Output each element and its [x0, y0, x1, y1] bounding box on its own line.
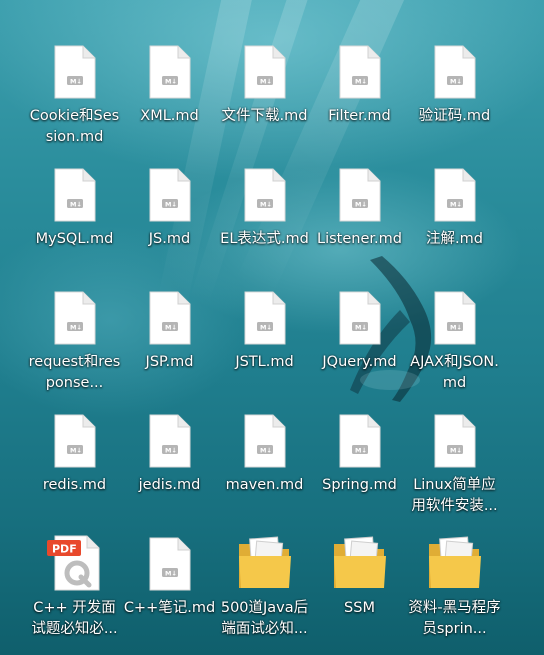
desktop-icon-folder[interactable]: SSM: [312, 530, 407, 640]
markdown-file-icon: M↓: [45, 407, 105, 469]
markdown-file-icon: M↓: [140, 530, 200, 592]
svg-text:M↓: M↓: [450, 201, 462, 209]
svg-text:M↓: M↓: [70, 78, 82, 86]
desktop-icon-label: Filter.md: [328, 108, 391, 124]
svg-text:M↓: M↓: [355, 324, 367, 332]
svg-text:M↓: M↓: [70, 324, 82, 332]
desktop-icon-md[interactable]: M↓ EL表达式.md: [217, 161, 312, 271]
svg-text:M↓: M↓: [165, 324, 177, 332]
svg-text:M↓: M↓: [355, 201, 367, 209]
desktop-icon-md[interactable]: M↓ Listener.md: [312, 161, 407, 271]
desktop-icon-label: MySQL.md: [35, 231, 114, 247]
desktop-icon-label: Spring.md: [322, 477, 397, 493]
svg-text:M↓: M↓: [450, 324, 462, 332]
folder-icon: [425, 530, 485, 592]
desktop-icon-label: JSP.md: [145, 354, 194, 370]
desktop-icon-label: request和response...: [28, 354, 121, 391]
markdown-file-icon: M↓: [235, 38, 295, 100]
desktop-icon-md[interactable]: M↓ 文件下载.md: [217, 38, 312, 148]
desktop-icon-md[interactable]: M↓ JQuery.md: [312, 284, 407, 394]
desktop-icon-md[interactable]: M↓ C++笔记.md: [122, 530, 217, 640]
svg-text:M↓: M↓: [260, 201, 272, 209]
svg-text:M↓: M↓: [165, 447, 177, 455]
desktop-icon-label: JQuery.md: [322, 354, 397, 370]
svg-text:M↓: M↓: [355, 447, 367, 455]
svg-text:M↓: M↓: [260, 324, 272, 332]
desktop-icon-label: redis.md: [42, 477, 107, 493]
markdown-file-icon: M↓: [330, 161, 390, 223]
markdown-file-icon: M↓: [235, 284, 295, 346]
svg-text:M↓: M↓: [450, 447, 462, 455]
desktop-icon-label: Cookie和Session.md: [29, 108, 120, 145]
desktop-icon-label: 验证码.md: [418, 108, 491, 124]
desktop-icon-label: 资料-黑马程序员sprin...: [408, 600, 501, 637]
desktop-icon-label: SSM: [344, 600, 375, 616]
desktop-icon-md[interactable]: M↓ Spring.md: [312, 407, 407, 517]
desktop-icon-label: 注解.md: [426, 231, 483, 247]
desktop-icon-label: AJAX和JSON.md: [410, 354, 499, 391]
desktop-icon-md[interactable]: M↓ JS.md: [122, 161, 217, 271]
svg-text:M↓: M↓: [260, 78, 272, 86]
markdown-file-icon: M↓: [45, 38, 105, 100]
desktop-icon-folder[interactable]: 500道Java后端面试必知...: [217, 530, 312, 640]
markdown-file-icon: M↓: [330, 284, 390, 346]
svg-text:M↓: M↓: [165, 570, 177, 578]
desktop-icon-label: Listener.md: [317, 231, 402, 247]
desktop-icon-label: EL表达式.md: [220, 231, 309, 247]
svg-text:M↓: M↓: [450, 78, 462, 86]
markdown-file-icon: M↓: [235, 161, 295, 223]
desktop-icon-label: 500道Java后端面试必知...: [220, 600, 309, 637]
desktop-icon-md[interactable]: M↓ Linux简单应用软件安装...: [407, 407, 502, 517]
desktop-icon-md[interactable]: M↓ maven.md: [217, 407, 312, 517]
desktop-icon-label: Linux简单应用软件安装...: [411, 477, 498, 514]
desktop-icon-md[interactable]: M↓ 验证码.md: [407, 38, 502, 148]
svg-text:M↓: M↓: [355, 78, 367, 86]
desktop-icon-md[interactable]: M↓ 注解.md: [407, 161, 502, 271]
svg-text:M↓: M↓: [165, 201, 177, 209]
markdown-file-icon: M↓: [330, 407, 390, 469]
desktop-icon-md[interactable]: M↓ MySQL.md: [27, 161, 122, 271]
desktop-icon-label: 文件下载.md: [221, 108, 308, 124]
desktop-icon-label: JSTL.md: [235, 354, 294, 370]
desktop-icon-md[interactable]: M↓ jedis.md: [122, 407, 217, 517]
markdown-file-icon: M↓: [45, 284, 105, 346]
desktop-icon-md[interactable]: M↓ XML.md: [122, 38, 217, 148]
svg-text:M↓: M↓: [70, 447, 82, 455]
desktop-icon-label: JS.md: [148, 231, 191, 247]
desktop-icon-label: C++ 开发面试题必知必...: [31, 600, 118, 637]
pdf-file-icon: PDF: [45, 530, 105, 592]
desktop-icon-label: C++笔记.md: [123, 600, 216, 616]
markdown-file-icon: M↓: [425, 161, 485, 223]
markdown-file-icon: M↓: [140, 284, 200, 346]
desktop-icon-md[interactable]: M↓ JSTL.md: [217, 284, 312, 394]
desktop-icon-folder[interactable]: 资料-黑马程序员sprin...: [407, 530, 502, 640]
folder-icon: [330, 530, 390, 592]
svg-text:M↓: M↓: [165, 78, 177, 86]
pdf-badge-label: PDF: [52, 543, 77, 556]
markdown-file-icon: M↓: [425, 407, 485, 469]
desktop-icon-pdf[interactable]: PDF C++ 开发面试题必知必...: [27, 530, 122, 640]
desktop-icon-md[interactable]: M↓ AJAX和JSON.md: [407, 284, 502, 394]
svg-text:M↓: M↓: [70, 201, 82, 209]
desktop-icon-label: XML.md: [140, 108, 199, 124]
markdown-file-icon: M↓: [140, 38, 200, 100]
desktop-icon-label: jedis.md: [138, 477, 201, 493]
folder-icon: [235, 530, 295, 592]
desktop-icon-md[interactable]: M↓ JSP.md: [122, 284, 217, 394]
markdown-file-icon: M↓: [235, 407, 295, 469]
desktop-icon-md[interactable]: M↓ request和response...: [27, 284, 122, 394]
desktop-icon-md[interactable]: M↓ Cookie和Session.md: [27, 38, 122, 148]
markdown-file-icon: M↓: [45, 161, 105, 223]
desktop-icon-md[interactable]: M↓ redis.md: [27, 407, 122, 517]
markdown-file-icon: M↓: [140, 161, 200, 223]
markdown-file-icon: M↓: [425, 284, 485, 346]
desktop-icon-label: maven.md: [225, 477, 304, 493]
markdown-file-icon: M↓: [425, 38, 485, 100]
markdown-file-icon: M↓: [140, 407, 200, 469]
svg-text:M↓: M↓: [260, 447, 272, 455]
markdown-file-icon: M↓: [330, 38, 390, 100]
desktop-icon-md[interactable]: M↓ Filter.md: [312, 38, 407, 148]
